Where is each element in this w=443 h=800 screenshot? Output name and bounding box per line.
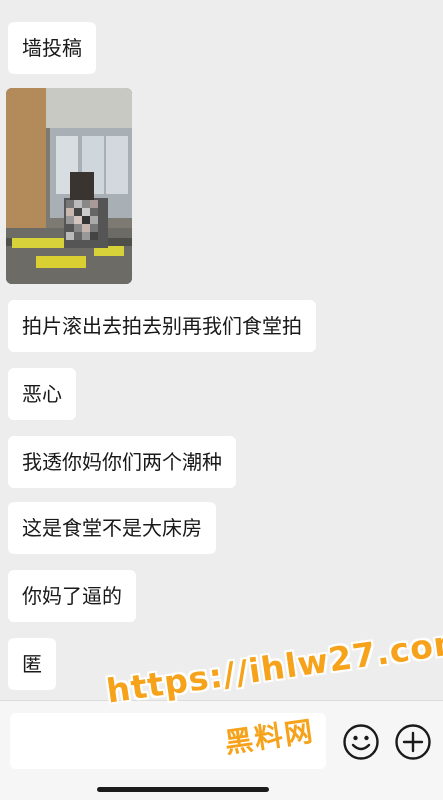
message-bubble[interactable]: 你妈了逼的	[8, 570, 136, 622]
message-text: 你妈了逼的	[22, 584, 122, 608]
input-bar	[0, 700, 443, 800]
message-text: 恶心	[22, 382, 62, 406]
message-bubble[interactable]: 这是食堂不是大床房	[8, 502, 216, 554]
message-input[interactable]	[10, 713, 326, 769]
home-indicator	[97, 787, 269, 792]
message-text: 这是食堂不是大床房	[22, 516, 202, 540]
photo-message[interactable]	[6, 88, 132, 284]
plus-circle-icon[interactable]	[394, 723, 432, 761]
message-text: 我透你妈你们两个潮种	[22, 450, 222, 474]
smile-emoji-icon[interactable]	[342, 723, 380, 761]
message-bubble[interactable]: 墙投稿	[8, 22, 96, 74]
message-text: 拍片滚出去拍去别再我们食堂拍	[22, 314, 302, 338]
message-text: 墙投稿	[22, 36, 82, 60]
message-bubble[interactable]: 拍片滚出去拍去别再我们食堂拍	[8, 300, 316, 352]
watermark-url: https://ihlw27.com	[104, 621, 443, 711]
message-bubble[interactable]: 匿	[8, 638, 56, 690]
message-bubble[interactable]: 恶心	[8, 368, 76, 420]
message-bubble[interactable]: 我透你妈你们两个潮种	[8, 436, 236, 488]
message-text: 匿	[22, 652, 42, 676]
